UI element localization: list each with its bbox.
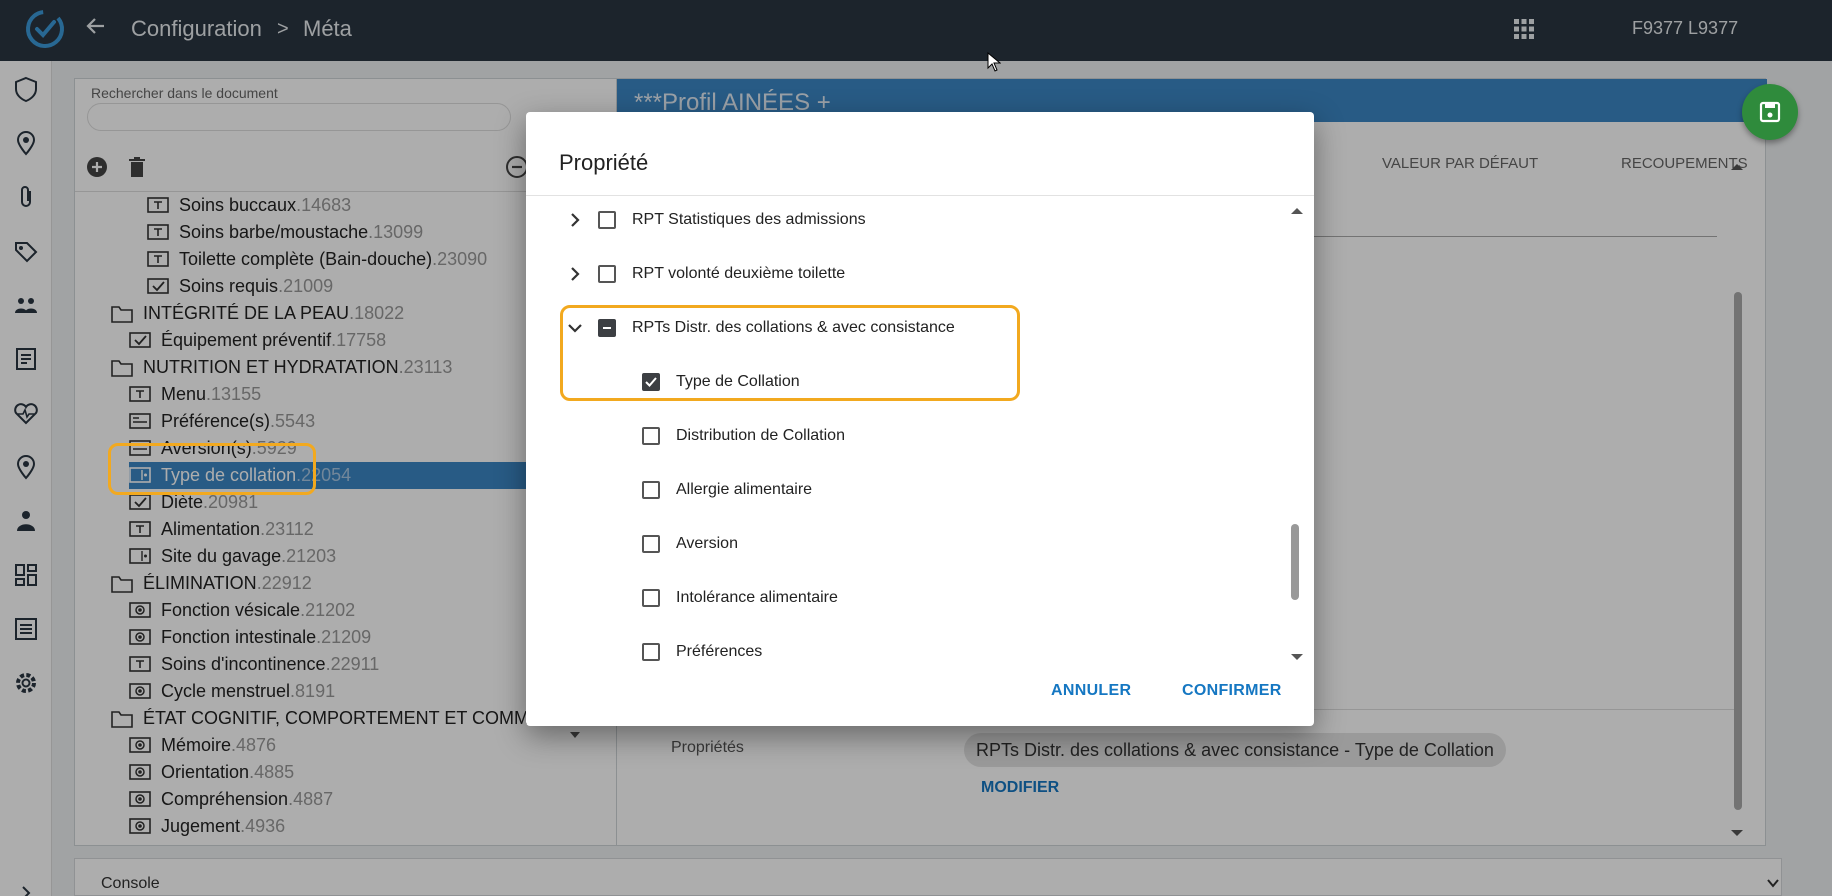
property-row-label: Allergie alimentaire	[676, 481, 813, 498]
highlight-dialog-selection	[560, 305, 1020, 401]
dialog-title: Propriété	[559, 150, 649, 175]
checkbox[interactable]	[642, 481, 660, 499]
checkbox[interactable]	[642, 427, 660, 445]
chevron-right-icon[interactable]	[564, 263, 586, 285]
mouse-cursor-icon	[987, 52, 1001, 72]
property-row[interactable]: Distribution de Collation	[642, 416, 845, 456]
chevron-right-icon[interactable]	[564, 209, 586, 231]
property-row[interactable]: Aversion	[642, 524, 738, 564]
property-row[interactable]: Intolérance alimentaire	[642, 578, 838, 618]
property-row[interactable]: Allergie alimentaire	[642, 470, 812, 510]
highlight-tree-selection	[108, 443, 316, 495]
property-row-label: Préférences	[676, 643, 763, 660]
property-row[interactable]: RPT volonté deuxième toilette	[564, 254, 845, 294]
property-row-label: RPT volonté deuxième toilette	[632, 265, 846, 282]
property-row[interactable]: Préférences	[642, 632, 762, 666]
property-row-label: Distribution de Collation	[676, 427, 845, 444]
checkbox[interactable]	[642, 589, 660, 607]
property-row-label: Aversion	[676, 535, 738, 552]
confirm-button[interactable]: CONFIRMER	[1182, 682, 1282, 700]
dialog-scrollbar-thumb[interactable]	[1291, 524, 1299, 600]
property-row-label: Intolérance alimentaire	[676, 589, 838, 606]
checkbox[interactable]	[598, 211, 616, 229]
cancel-button[interactable]: ANNULER	[1051, 682, 1131, 700]
property-dialog: Propriété RPT Statistiques des admission…	[526, 112, 1314, 726]
property-row[interactable]: RPT Statistiques des admissions	[564, 200, 866, 240]
checkbox[interactable]	[598, 265, 616, 283]
property-tree-list: RPT Statistiques des admissions RPT volon…	[526, 196, 1286, 666]
dialog-scrollbar[interactable]	[1286, 204, 1308, 664]
checkbox[interactable]	[642, 643, 660, 661]
property-row-label: RPT Statistiques des admissions	[632, 211, 866, 228]
checkbox[interactable]	[642, 535, 660, 553]
save-button[interactable]	[1742, 84, 1798, 140]
